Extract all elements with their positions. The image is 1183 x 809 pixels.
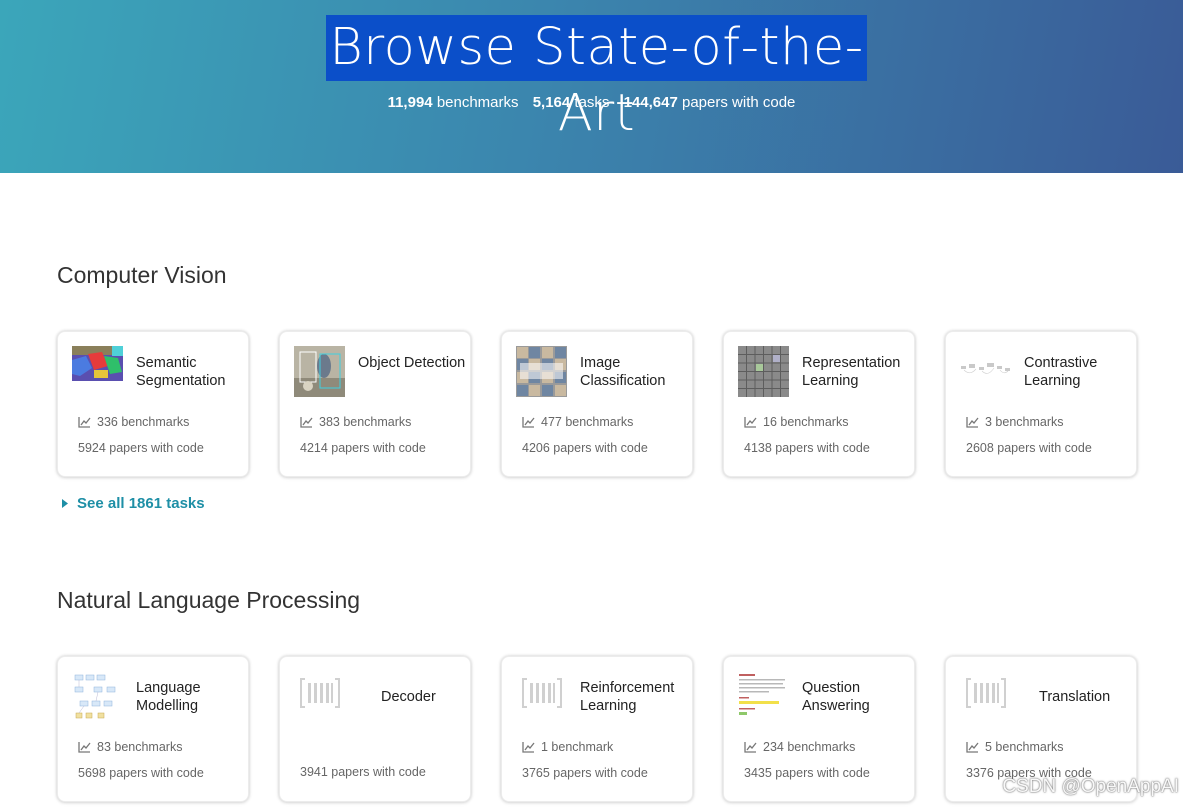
contrastive-thumbnail bbox=[960, 346, 1011, 397]
chart-line-icon bbox=[78, 741, 91, 753]
representation-thumbnail bbox=[738, 346, 789, 397]
benchmarks-count: 83 benchmarks bbox=[78, 740, 182, 754]
stat-tasks-number: 5,164 bbox=[532, 94, 571, 111]
stat-papers-label: papers with code bbox=[682, 94, 796, 111]
task-name[interactable]: Language Modelling bbox=[136, 679, 248, 715]
benchmarks-label: 234 benchmarks bbox=[763, 740, 856, 754]
task-name[interactable]: Question Answering bbox=[802, 679, 914, 715]
chart-line-icon bbox=[966, 741, 979, 753]
benchmarks-count: 5 benchmarks bbox=[966, 740, 1064, 754]
papers-count: 3765 papers with code bbox=[522, 766, 648, 780]
task-card-contrastive-learning[interactable]: Contrastive Learning 3 benchmarks 2608 p… bbox=[945, 331, 1137, 477]
benchmarks-label: 5 benchmarks bbox=[985, 740, 1064, 754]
benchmarks-count: 336 benchmarks bbox=[78, 415, 189, 429]
papers-count: 5698 papers with code bbox=[78, 766, 204, 780]
task-name[interactable]: Contrastive Learning bbox=[1024, 354, 1136, 390]
placeholder-barcode-icon bbox=[966, 677, 1006, 709]
chart-line-icon bbox=[522, 741, 535, 753]
stat-benchmarks: 11,994 benchmarks bbox=[388, 94, 519, 111]
language-modelling-thumbnail bbox=[72, 671, 123, 722]
hero-banner: Browse State-of-the-Art 11,994 benchmark… bbox=[0, 0, 1183, 173]
chart-line-icon bbox=[744, 416, 757, 428]
papers-count: 4214 papers with code bbox=[300, 441, 426, 455]
task-card-language-modelling[interactable]: Language Modelling 83 benchmarks 5698 pa… bbox=[57, 656, 249, 802]
benchmarks-label: 477 benchmarks bbox=[541, 415, 634, 429]
task-card-reinforcement-learning[interactable]: Reinforcement Learning 1 benchmark 3765 … bbox=[501, 656, 693, 802]
stat-papers-number: 144,647 bbox=[623, 94, 678, 111]
watermark: CSDN @OpenAppAI bbox=[1002, 776, 1179, 797]
classification-thumbnail bbox=[516, 346, 567, 397]
benchmarks-count: 477 benchmarks bbox=[522, 415, 633, 429]
see-all-tasks-label[interactable]: See all 1861 tasks bbox=[77, 495, 205, 512]
task-name[interactable]: Object Detection bbox=[358, 354, 470, 372]
papers-count: 4206 papers with code bbox=[522, 441, 648, 455]
hero-stats: 11,994 benchmarks 5,164 tasks 144,647 pa… bbox=[0, 94, 1183, 111]
benchmarks-label: 83 benchmarks bbox=[97, 740, 183, 754]
placeholder-barcode-icon bbox=[522, 677, 562, 709]
task-card-object-detection[interactable]: Object Detection 383 benchmarks 4214 pap… bbox=[279, 331, 471, 477]
chart-line-icon bbox=[78, 416, 91, 428]
stat-benchmarks-label: benchmarks bbox=[436, 94, 519, 111]
section-title-nlp: Natural Language Processing bbox=[57, 587, 361, 613]
papers-count: 3435 papers with code bbox=[744, 766, 870, 780]
detection-thumbnail bbox=[294, 346, 345, 397]
papers-count: 5924 papers with code bbox=[78, 441, 204, 455]
benchmarks-count: 234 benchmarks bbox=[744, 740, 855, 754]
task-card-question-answering[interactable]: Question Answering 234 benchmarks 3435 p… bbox=[723, 656, 915, 802]
papers-count: 4138 papers with code bbox=[744, 441, 870, 455]
benchmarks-label: 16 benchmarks bbox=[763, 415, 849, 429]
caret-right-icon bbox=[62, 499, 68, 508]
task-card-semantic-segmentation[interactable]: Semantic Segmentation 336 benchmarks 592… bbox=[57, 331, 249, 477]
benchmarks-count: 16 benchmarks bbox=[744, 415, 848, 429]
see-all-tasks-link[interactable]: See all 1861 tasks bbox=[62, 495, 205, 512]
stat-papers: 144,647 papers with code bbox=[624, 94, 796, 111]
task-name[interactable]: Reinforcement Learning bbox=[580, 679, 692, 715]
papers-count: 2608 papers with code bbox=[966, 441, 1092, 455]
task-card-image-classification[interactable]: Image Classification 477 benchmarks 4206… bbox=[501, 331, 693, 477]
benchmarks-label: 1 benchmark bbox=[541, 740, 614, 754]
page-title: Browse State-of-the-Art bbox=[326, 15, 867, 143]
stat-tasks-label: tasks bbox=[574, 94, 610, 111]
benchmarks-count: 1 benchmark bbox=[522, 740, 613, 754]
question-answering-thumbnail bbox=[738, 671, 789, 722]
task-name[interactable]: Translation bbox=[1039, 688, 1151, 706]
stat-tasks: 5,164 tasks bbox=[533, 94, 610, 111]
section-title-computer-vision: Computer Vision bbox=[57, 262, 227, 288]
chart-line-icon bbox=[300, 416, 313, 428]
benchmarks-count: 3 benchmarks bbox=[966, 415, 1064, 429]
stat-benchmarks-number: 11,994 bbox=[387, 94, 433, 111]
chart-line-icon bbox=[966, 416, 979, 428]
segmentation-thumbnail bbox=[72, 346, 123, 381]
chart-line-icon bbox=[744, 741, 757, 753]
task-name[interactable]: Image Classification bbox=[580, 354, 692, 390]
placeholder-barcode-icon bbox=[300, 677, 340, 709]
chart-line-icon bbox=[522, 416, 535, 428]
benchmarks-label: 3 benchmarks bbox=[985, 415, 1064, 429]
benchmarks-count: 383 benchmarks bbox=[300, 415, 411, 429]
task-name[interactable]: Representation Learning bbox=[802, 354, 914, 390]
benchmarks-label: 336 benchmarks bbox=[97, 415, 190, 429]
task-name[interactable]: Decoder bbox=[381, 688, 493, 706]
task-name[interactable]: Semantic Segmentation bbox=[136, 354, 248, 390]
papers-count: 3941 papers with code bbox=[300, 765, 426, 779]
task-card-decoder[interactable]: Decoder 3941 papers with code bbox=[279, 656, 471, 802]
benchmarks-label: 383 benchmarks bbox=[319, 415, 412, 429]
task-card-representation-learning[interactable]: Representation Learning 16 benchmarks 41… bbox=[723, 331, 915, 477]
